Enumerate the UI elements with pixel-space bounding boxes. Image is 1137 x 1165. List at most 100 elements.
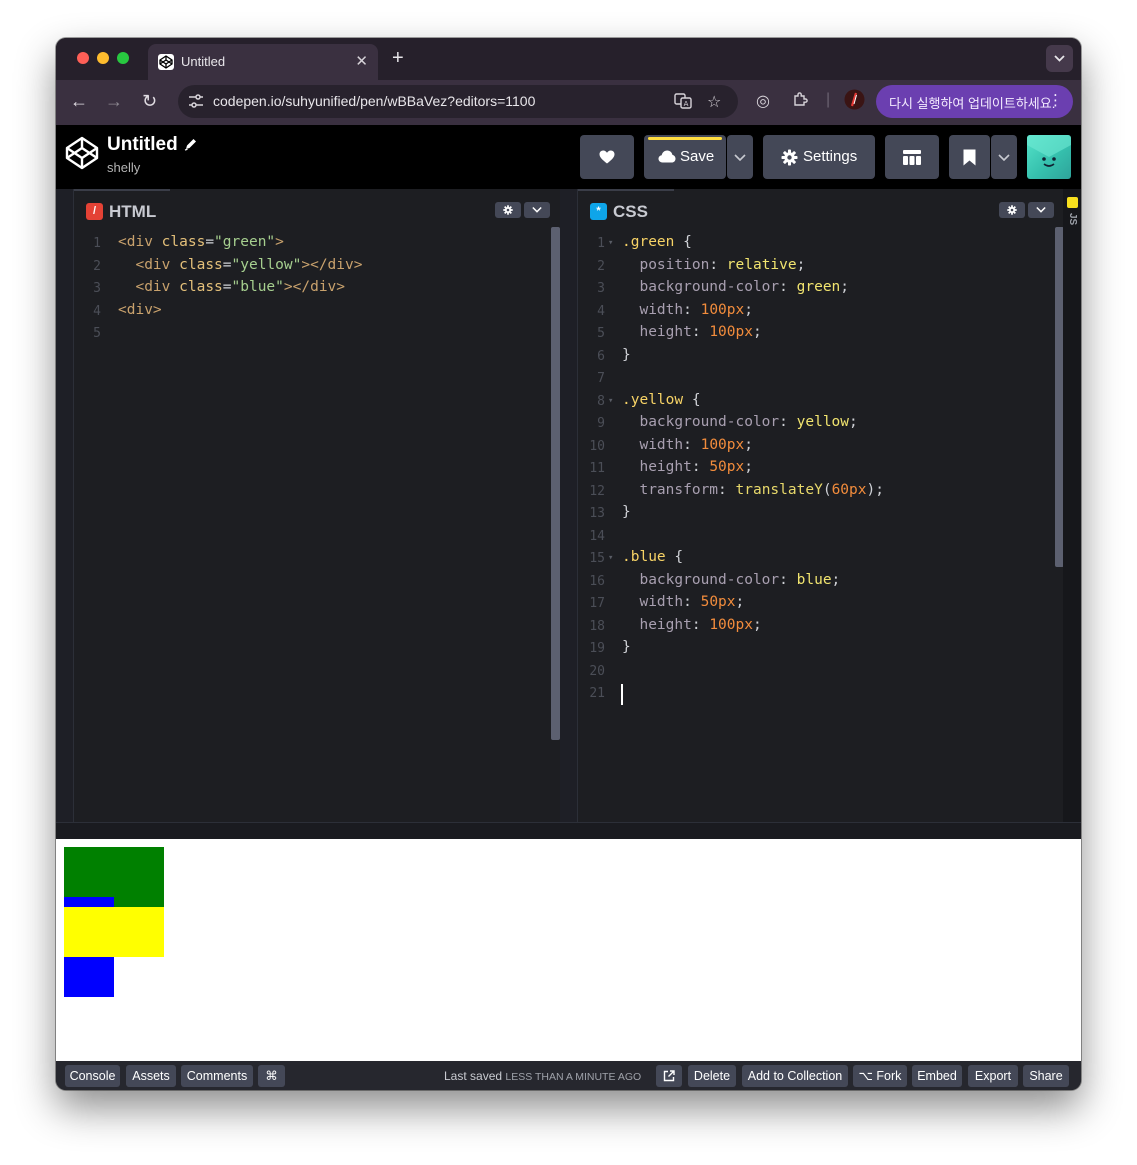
line-number: 10 [589,438,605,454]
fork-button[interactable]: ⌥ Fork [853,1065,907,1087]
codepen-logo-icon[interactable] [64,135,100,176]
pen-user[interactable]: shelly [107,160,140,175]
comments-button[interactable]: Comments [181,1065,253,1087]
editors-area: / HTML 1 <div class="green"> 2 <div class… [56,189,1081,822]
html-settings-button[interactable] [495,202,521,218]
translate-icon[interactable]: A [674,92,692,115]
minimize-window-button[interactable] [97,52,109,64]
love-button[interactable] [580,135,634,179]
more-vert-icon[interactable]: ⋮ [1048,91,1063,109]
html-collapse-button[interactable] [524,202,550,218]
line-number: 3 [93,281,101,296]
html-scrollbar[interactable] [551,227,560,740]
code-line: 2 position: relative; [578,257,1063,279]
external-link-icon [663,1070,675,1082]
line-number: 2 [93,258,101,274]
chevron-down-icon [1036,206,1046,213]
settings-button[interactable]: Settings [763,135,875,179]
preview-pane [56,839,1081,1061]
code-line: 1 ▾ .green { [578,234,1063,256]
forward-arrow-icon[interactable]: → [105,91,123,112]
embed-button[interactable]: Embed [912,1065,962,1087]
toolbar-divider: | [826,91,831,108]
browser-tab[interactable]: Untitled ✕ [148,44,378,80]
html-editor-title: HTML [109,202,157,221]
save-label: Save [680,148,715,165]
code-line: 12 transform: translateY(60px); [578,482,1063,504]
export-button[interactable]: Export [968,1065,1018,1087]
keyboard-shortcuts-button[interactable]: ⌘ [258,1065,285,1087]
line-number: 5 [597,326,605,341]
edit-title-pencil-icon[interactable] [184,137,198,154]
bookmark-icon [963,149,976,166]
update-label: 다시 실행하여 업데이트하세요. [889,96,1056,111]
save-options-button[interactable] [727,135,753,179]
chevron-down-icon [998,154,1010,161]
preview-resizer[interactable] [56,822,1081,839]
chevron-down-icon [532,206,542,213]
save-button[interactable]: Save [644,135,726,179]
reload-icon[interactable]: ↻ [142,91,157,112]
layout-icon [903,150,921,165]
text-cursor [621,684,623,705]
css-editor: * CSS 1 ▾ .green { 2 position: relative; 3… [577,189,1064,822]
chevron-down-icon [734,154,746,161]
tab-close-icon[interactable]: ✕ [355,52,368,70]
pin-button[interactable] [949,135,990,179]
line-number: 6 [597,348,605,364]
user-avatar[interactable] [1027,135,1071,179]
extensions-puzzle-icon[interactable] [792,91,809,113]
open-external-button[interactable] [656,1065,682,1087]
line-number: 9 [597,416,605,431]
css-asterisk-icon: * [590,203,607,220]
maximize-window-button[interactable] [117,52,129,64]
line-number: 4 [597,303,605,319]
preview-blue-box-overflow [64,957,114,997]
css-collapse-button[interactable] [1028,202,1054,218]
line-number: 13 [589,506,605,521]
code-line: 18 height: 100px; [578,617,1063,639]
console-button[interactable]: Console [65,1065,120,1087]
bookmark-star-icon[interactable]: ☆ [707,92,721,112]
update-button[interactable]: 다시 실행하여 업데이트하세요. ⋮ [876,85,1073,118]
address-bar[interactable]: codepen.io/suhyunified/pen/wBBaVez?edito… [178,85,738,118]
close-window-button[interactable] [77,52,89,64]
browser-window: Untitled ✕ + ← → ↻ codepen.io/suhyunifie… [56,38,1081,1090]
back-arrow-icon[interactable]: ← [70,91,88,112]
css-settings-button[interactable] [999,202,1025,218]
chevron-down-icon [1054,55,1065,62]
js-editor-title: JS [1067,213,1078,226]
site-settings-icon[interactable] [188,94,204,113]
pin-options-button[interactable] [991,135,1017,179]
change-view-button[interactable] [885,135,939,179]
line-number: 16 [589,573,605,589]
code-line: 14 [578,527,1063,549]
js-editor-collapsed[interactable]: JS [1063,189,1081,822]
profile-icon[interactable] [844,89,865,115]
share-button[interactable]: Share [1023,1065,1069,1087]
extension-target-icon[interactable]: ◎ [756,91,770,111]
gear-icon [781,149,798,166]
new-tab-icon[interactable]: + [392,47,404,70]
code-line: 4 width: 100px; [578,302,1063,324]
add-to-collection-button[interactable]: Add to Collection [742,1065,848,1087]
line-number: 4 [93,303,101,319]
preview-yellow-box [64,907,164,957]
url-text: codepen.io/suhyunified/pen/wBBaVez?edito… [213,93,536,109]
code-line: 3 background-color: green; [578,279,1063,301]
line-number: 1 [597,236,605,251]
gear-icon [503,205,513,215]
line-number: 3 [597,281,605,296]
code-line: 20 [578,662,1063,684]
tab-search-button[interactable] [1046,45,1073,72]
last-saved-time: LESS THAN A MINUTE AGO [505,1071,642,1083]
code-line: 11 height: 50px; [578,459,1063,481]
code-line: 5 height: 100px; [578,324,1063,346]
line-number: 19 [589,641,605,656]
pen-title[interactable]: Untitled [107,134,178,156]
delete-button[interactable]: Delete [688,1065,736,1087]
code-line: 10 width: 100px; [578,437,1063,459]
assets-button[interactable]: Assets [126,1065,176,1087]
line-number: 21 [589,686,605,701]
last-saved-status: Last saved LESS THAN A MINUTE AGO [444,1069,641,1083]
